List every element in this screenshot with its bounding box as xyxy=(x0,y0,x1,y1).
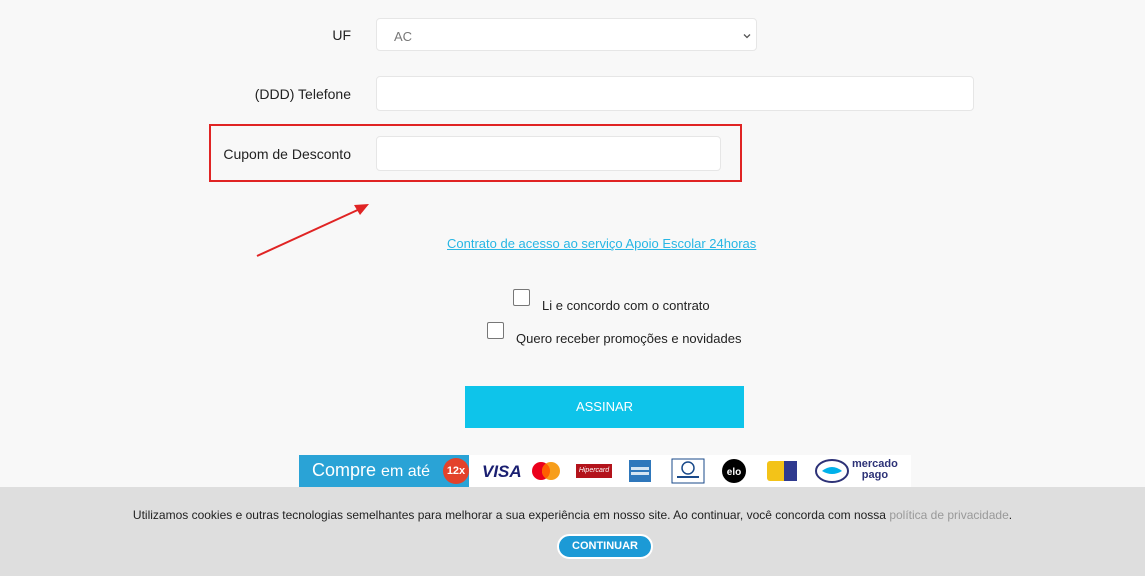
cupom-label: Cupom de Desconto xyxy=(223,146,351,162)
amex-logo-icon xyxy=(629,460,651,482)
em-ate-text: em até xyxy=(381,463,430,480)
annotation-arrow-icon xyxy=(256,204,369,257)
telefone-label: (DDD) Telefone xyxy=(254,86,351,102)
pago-text: pago xyxy=(861,469,889,481)
checkbox-promotions[interactable] xyxy=(487,322,504,339)
hipercard-logo-icon: Hipercard xyxy=(576,464,612,478)
cupom-input[interactable] xyxy=(376,136,721,171)
checkbox-contract[interactable] xyxy=(513,289,530,306)
diners-club-logo-icon xyxy=(671,458,705,484)
uf-label: UF xyxy=(332,27,351,43)
visa-logo-icon: VISA xyxy=(482,462,522,481)
uf-select[interactable]: AC xyxy=(376,18,757,51)
assinar-button[interactable]: ASSINAR xyxy=(465,386,744,428)
hiper-logo-icon xyxy=(767,461,797,481)
privacy-policy-link[interactable]: política de privacidade xyxy=(889,508,1008,522)
svg-text:elo: elo xyxy=(727,467,741,478)
mastercard-logo-icon xyxy=(532,462,560,480)
cookie-suffix: . xyxy=(1008,508,1013,522)
uf-select-value: AC xyxy=(394,29,413,44)
chevron-down-icon xyxy=(743,34,751,39)
checkbox-contract-label: Li e concordo com o contrato xyxy=(542,298,710,313)
elo-logo-icon: elo xyxy=(722,459,746,483)
contract-link[interactable]: Contrato de acesso ao serviço Apoio Esco… xyxy=(447,236,756,251)
installments-badge: 12x xyxy=(443,458,469,484)
mercado-pago-logo-icon xyxy=(815,459,849,483)
cookie-banner: Utilizamos cookies e outras tecnologias … xyxy=(0,487,1145,576)
payment-methods-banner: Compre em até 12x VISA Hipercard elo mer… xyxy=(299,455,911,487)
cookie-message: Utilizamos cookies e outras tecnologias … xyxy=(0,508,1145,522)
checkbox-promotions-label: Quero receber promoções e novidades xyxy=(516,331,742,346)
compre-text: Compre xyxy=(312,460,377,480)
continuar-button[interactable]: CONTINUAR xyxy=(557,534,653,559)
cookie-text: Utilizamos cookies e outras tecnologias … xyxy=(132,508,886,522)
telefone-input[interactable] xyxy=(376,76,974,111)
